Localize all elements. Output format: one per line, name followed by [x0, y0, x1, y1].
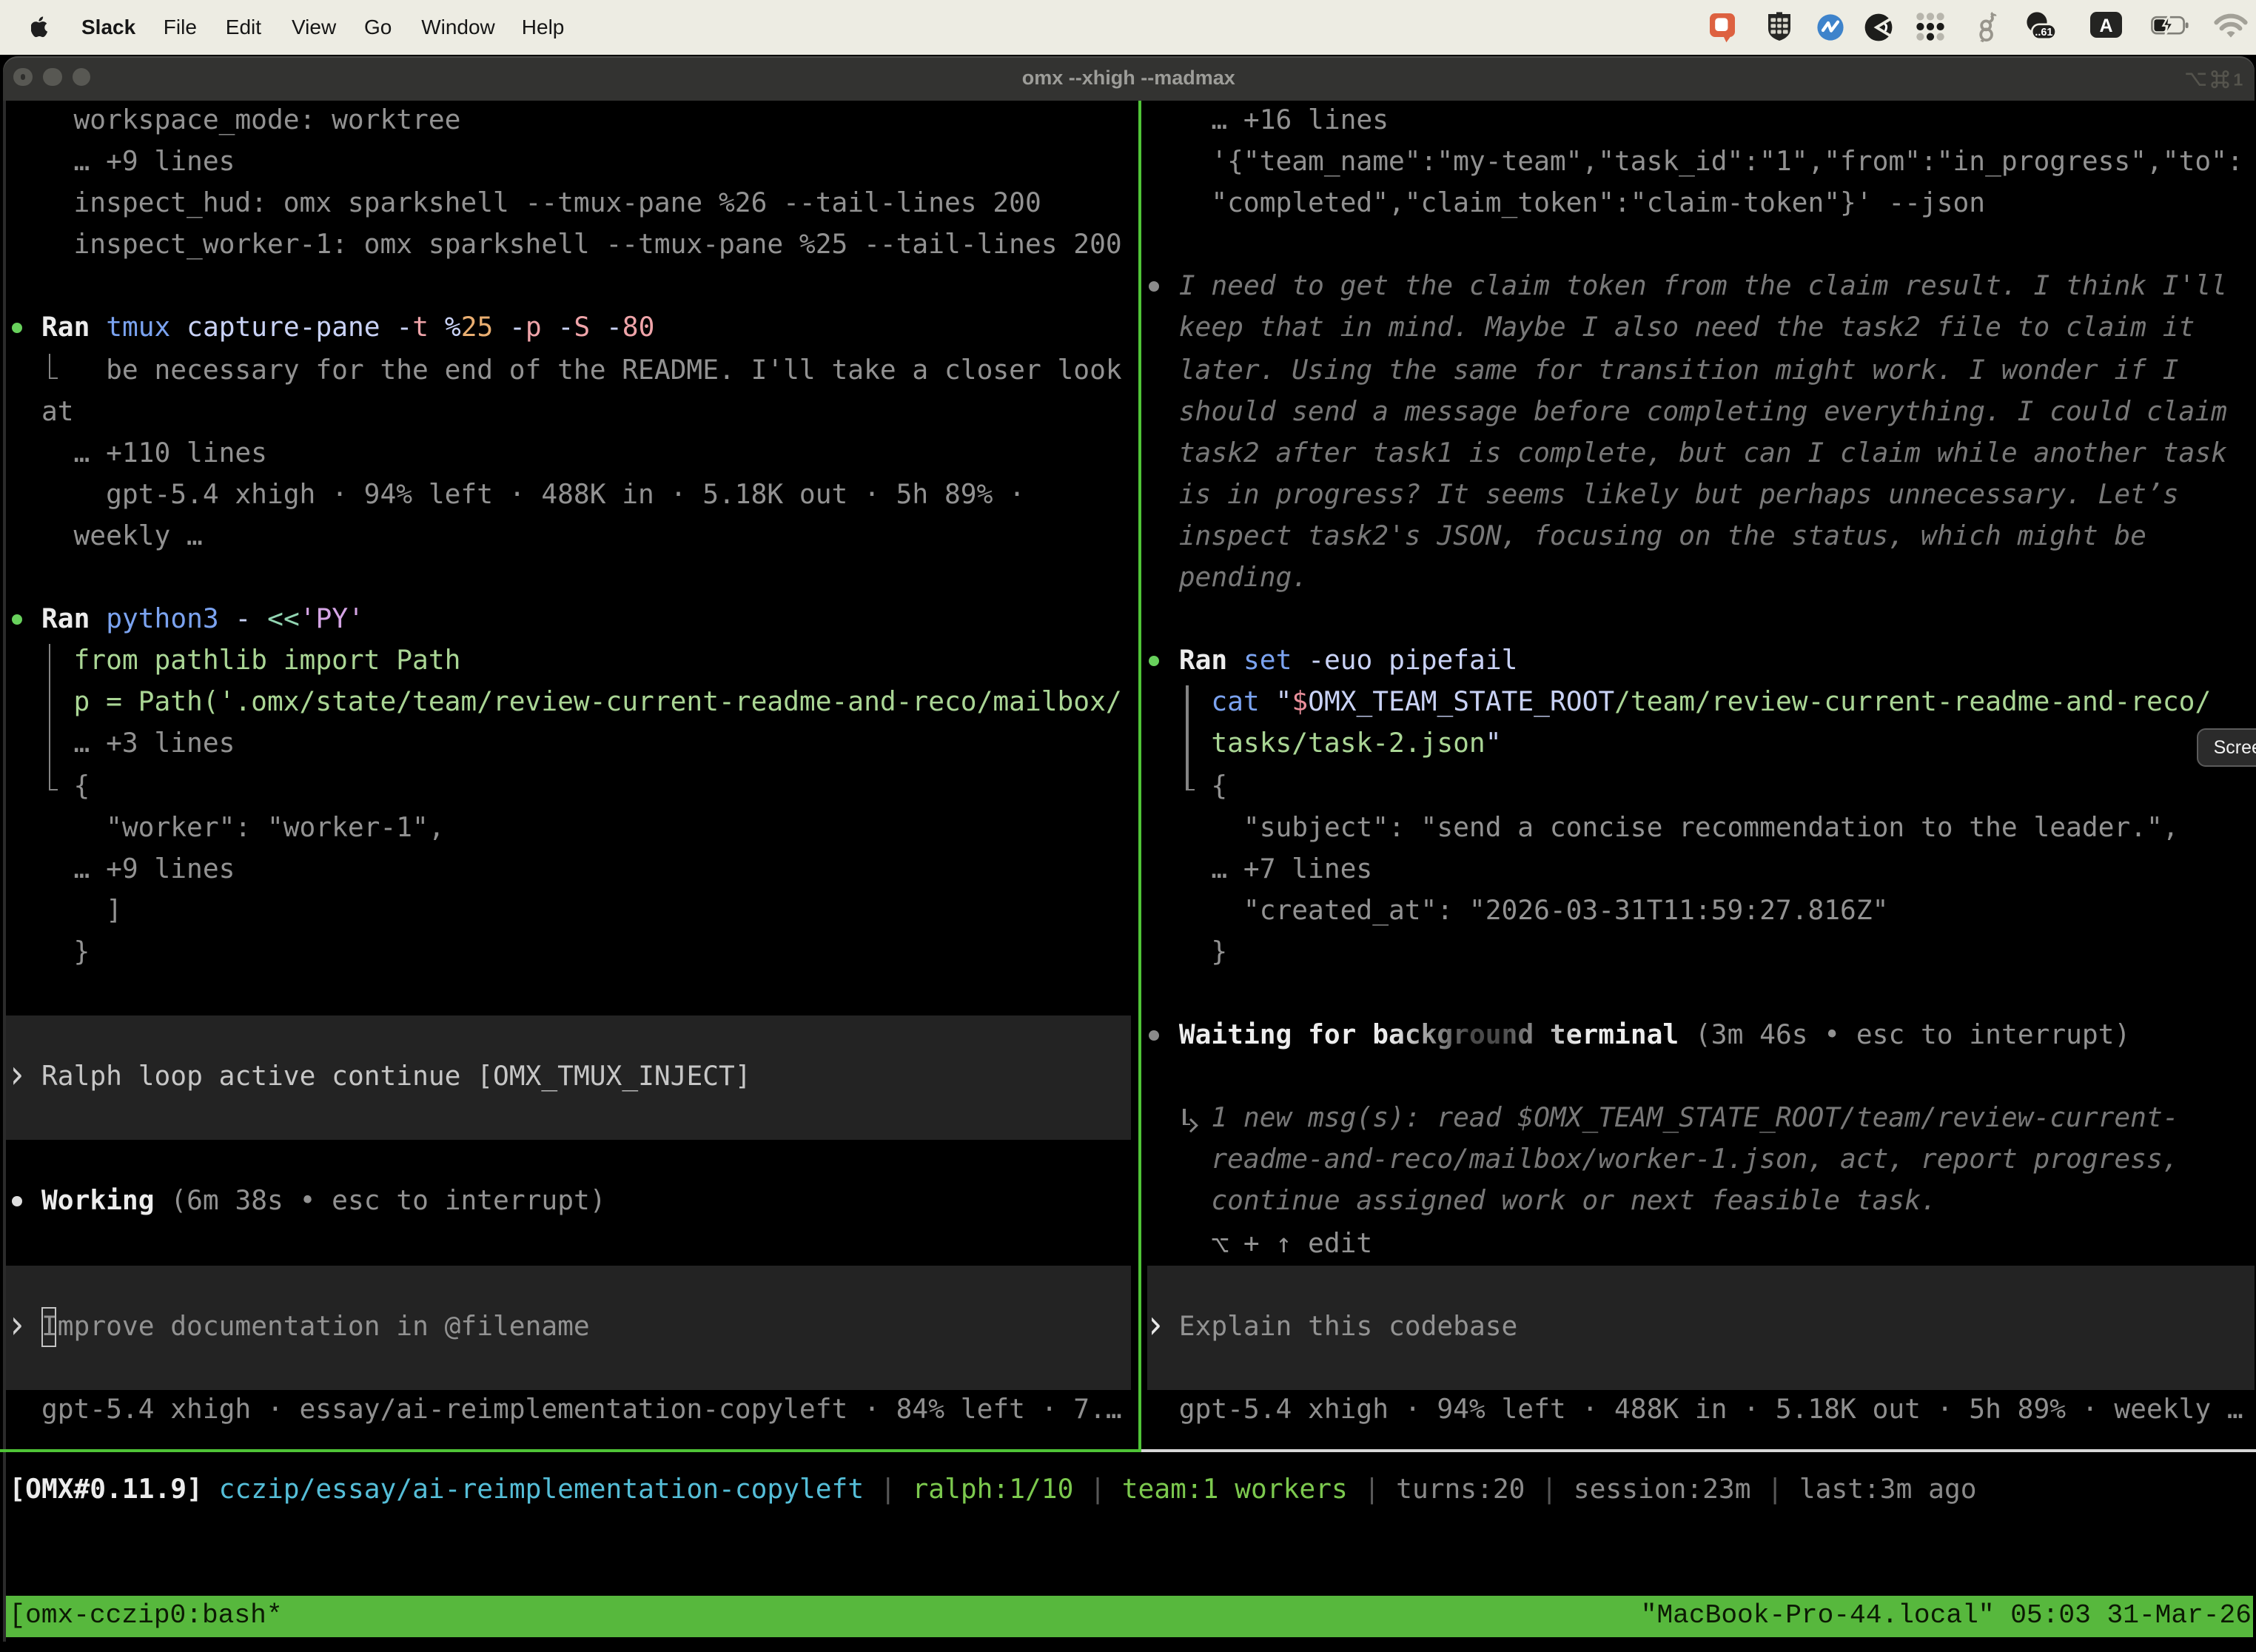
svg-text:..61: ..61: [2035, 26, 2052, 38]
svg-text:1: 1: [2234, 70, 2243, 88]
svg-text:A: A: [2099, 15, 2112, 36]
